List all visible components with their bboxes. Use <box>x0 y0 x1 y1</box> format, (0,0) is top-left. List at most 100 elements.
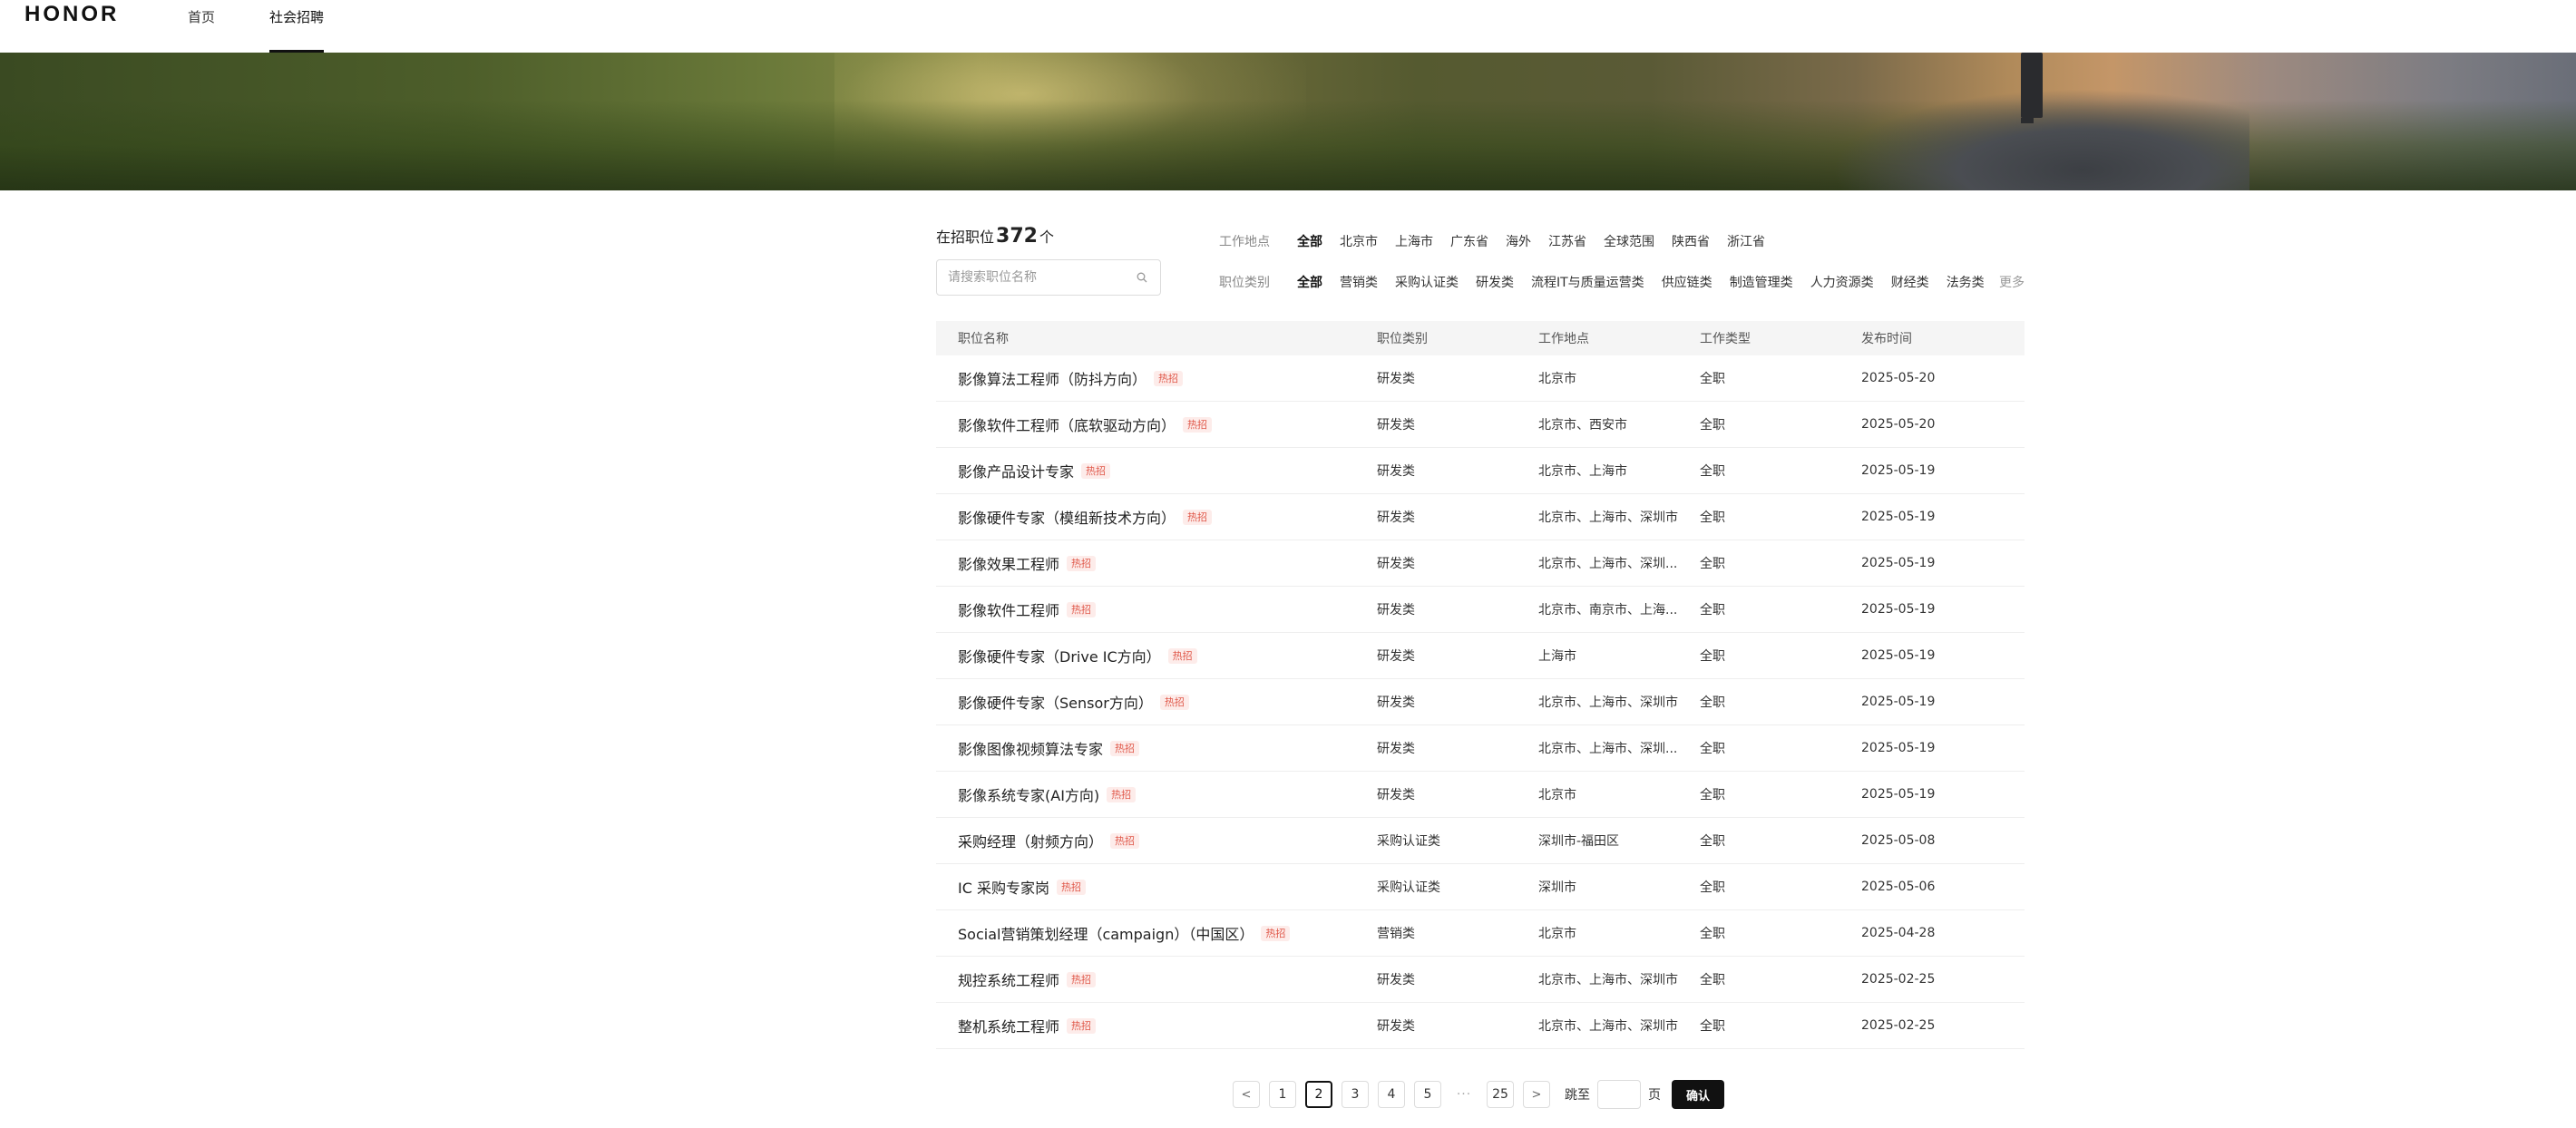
table-row[interactable]: 规控系统工程师 热招 研发类 北京市、上海市、深圳市 全职 2025-02-25 <box>936 957 2025 1003</box>
hot-badge: 热招 <box>1067 1017 1097 1034</box>
job-title-link[interactable]: IC 采购专家岗 <box>958 876 1049 898</box>
location-option-jiangsu[interactable]: 江苏省 <box>1548 232 1586 250</box>
category-filter: 职位类别 全部 营销类 采购认证类 研发类 流程IT与质量运营类 供应链类 制造… <box>1219 273 2025 291</box>
job-category-cell: 研发类 <box>1377 511 1415 525</box>
job-category-cell: 研发类 <box>1377 372 1415 386</box>
category-option-marketing[interactable]: 营销类 <box>1340 273 1378 291</box>
table-row[interactable]: 采购经理（射频方向） 热招 采购认证类 深圳市-福田区 全职 2025-05-08 <box>936 818 2025 864</box>
job-category-cell: 研发类 <box>1377 464 1415 479</box>
hot-badge: 热招 <box>1056 879 1086 895</box>
table-row[interactable]: 影像图像视频算法专家 热招 研发类 北京市、上海市、深圳... 全职 2025-05-19 <box>936 725 2025 772</box>
nav-item-home[interactable]: 首页 <box>188 0 215 53</box>
job-type-cell: 全职 <box>1700 418 1725 433</box>
job-title-link[interactable]: Social营销策划经理（campaign）（中国区） <box>958 922 1254 944</box>
location-option-global[interactable]: 全球范围 <box>1604 232 1654 250</box>
job-title-link[interactable]: 影像系统专家(AI方向) <box>958 783 1099 805</box>
job-title-link[interactable]: 采购经理（射频方向） <box>958 830 1103 851</box>
category-filter-label: 职位类别 <box>1219 276 1270 290</box>
job-type-cell: 全职 <box>1700 464 1725 479</box>
location-option-zhejiang[interactable]: 浙江省 <box>1727 232 1765 250</box>
job-title-link[interactable]: 影像硬件专家（Sensor方向） <box>958 691 1153 713</box>
job-title-link[interactable]: 整机系统工程师 <box>958 1015 1059 1036</box>
job-location-cell: 北京市、南京市、上海... <box>1538 603 1678 617</box>
job-search-box[interactable] <box>936 259 1161 296</box>
location-option-shanghai[interactable]: 上海市 <box>1395 232 1433 250</box>
nav-item-social-recruitment[interactable]: 社会招聘 <box>269 0 325 53</box>
location-option-guangdong[interactable]: 广东省 <box>1450 232 1488 250</box>
table-row[interactable]: 影像硬件专家（Sensor方向） 热招 研发类 北京市、上海市、深圳市 全职 2025-0… <box>936 679 2025 725</box>
job-category-cell: 采购认证类 <box>1377 834 1440 849</box>
job-location-cell: 深圳市 <box>1538 880 1576 895</box>
job-title-link[interactable]: 影像硬件专家（模组新技术方向） <box>958 506 1176 528</box>
job-title-link[interactable]: 影像软件工程师（底软驱动方向） <box>958 413 1176 435</box>
jump-page-input[interactable] <box>1597 1080 1641 1109</box>
job-title-link[interactable]: 影像效果工程师 <box>958 552 1059 574</box>
column-header-location: 工作地点 <box>1538 332 1589 346</box>
category-option-hr[interactable]: 人力资源类 <box>1810 273 1874 291</box>
search-icon[interactable] <box>1137 272 1147 283</box>
page-button-last[interactable]: 25 <box>1487 1081 1514 1108</box>
job-location-cell: 北京市、上海市、深圳市 <box>1538 511 1678 525</box>
job-title-link[interactable]: 影像图像视频算法专家 <box>958 737 1103 759</box>
location-option-overseas[interactable]: 海外 <box>1506 232 1531 250</box>
table-row[interactable]: 影像效果工程师 热招 研发类 北京市、上海市、深圳... 全职 2025-05-19 <box>936 540 2025 587</box>
page-ellipsis[interactable]: ··· <box>1450 1081 1478 1108</box>
job-title-cell: 影像软件工程师（底软驱动方向） 热招 <box>936 413 1377 435</box>
hot-badge: 热招 <box>1110 740 1140 756</box>
page-button-1[interactable]: 1 <box>1269 1081 1296 1108</box>
page-button-3[interactable]: 3 <box>1342 1081 1369 1108</box>
job-type-cell: 全职 <box>1700 511 1725 525</box>
table-row[interactable]: IC 采购专家岗 热招 采购认证类 深圳市 全职 2025-05-06 <box>936 864 2025 910</box>
job-title-cell: 影像系统专家(AI方向) 热招 <box>936 783 1377 805</box>
job-category-cell: 研发类 <box>1377 742 1415 756</box>
page-button-4[interactable]: 4 <box>1378 1081 1405 1108</box>
job-title-link[interactable]: 影像软件工程师 <box>958 598 1059 620</box>
job-location-cell: 北京市、上海市、深圳... <box>1538 557 1678 571</box>
job-location-cell: 北京市、上海市、深圳市 <box>1538 695 1678 710</box>
table-row[interactable]: 影像产品设计专家 热招 研发类 北京市、上海市 全职 2025-05-19 <box>936 448 2025 494</box>
job-title-link[interactable]: 规控系统工程师 <box>958 968 1059 990</box>
job-title-link[interactable]: 影像产品设计专家 <box>958 460 1074 481</box>
category-option-manufacturing[interactable]: 制造管理类 <box>1730 273 1793 291</box>
chevron-left-icon[interactable]: < <box>1233 1081 1260 1108</box>
category-more-button[interactable]: 更多 <box>1999 273 2025 291</box>
job-location-cell: 北京市、西安市 <box>1538 418 1627 433</box>
category-option-supply-chain[interactable]: 供应链类 <box>1662 273 1712 291</box>
job-title-link[interactable]: 影像算法工程师（防抖方向） <box>958 367 1147 389</box>
job-table-body: 影像算法工程师（防抖方向） 热招 研发类 北京市 全职 2025-05-20 影像软件工程师… <box>936 355 2025 1049</box>
location-option-shaanxi[interactable]: 陕西省 <box>1672 232 1710 250</box>
table-row[interactable]: Social营销策划经理（campaign）（中国区） 热招 营销类 北京市 全职 202… <box>936 910 2025 957</box>
table-row[interactable]: 影像系统专家(AI方向) 热招 研发类 北京市 全职 2025-05-19 <box>936 772 2025 818</box>
table-row[interactable]: 影像硬件专家（Drive IC方向） 热招 研发类 上海市 全职 2025-05-19 <box>936 633 2025 679</box>
location-option-beijing[interactable]: 北京市 <box>1340 232 1378 250</box>
page-button-5[interactable]: 5 <box>1414 1081 1441 1108</box>
hot-badge: 热招 <box>1183 509 1213 525</box>
category-option-legal[interactable]: 法务类 <box>1947 273 1985 291</box>
table-row[interactable]: 影像硬件专家（模组新技术方向） 热招 研发类 北京市、上海市、深圳市 全职 2025-05… <box>936 494 2025 540</box>
confirm-jump-button[interactable]: 确认 <box>1672 1080 1725 1109</box>
job-location-cell: 深圳市-福田区 <box>1538 834 1620 849</box>
table-row[interactable]: 影像软件工程师 热招 研发类 北京市、南京市、上海... 全职 2025-05-19 <box>936 587 2025 633</box>
job-date-cell: 2025-05-19 <box>1861 648 1936 663</box>
column-header-date: 发布时间 <box>1861 332 1912 346</box>
table-row[interactable]: 整机系统工程师 热招 研发类 北京市、上海市、深圳市 全职 2025-02-25 <box>936 1003 2025 1049</box>
category-option-all[interactable]: 全部 <box>1297 273 1322 291</box>
category-option-finance[interactable]: 财经类 <box>1891 273 1929 291</box>
category-option-rnd[interactable]: 研发类 <box>1476 273 1514 291</box>
category-option-process-it-quality[interactable]: 流程IT与质量运营类 <box>1531 273 1644 291</box>
job-date-cell: 2025-05-20 <box>1861 371 1936 385</box>
job-title-link[interactable]: 影像硬件专家（Drive IC方向） <box>958 645 1161 666</box>
table-row[interactable]: 影像算法工程师（防抖方向） 热招 研发类 北京市 全职 2025-05-20 <box>936 355 2025 402</box>
chevron-right-icon[interactable]: > <box>1523 1081 1550 1108</box>
table-row[interactable]: 影像软件工程师（底软驱动方向） 热招 研发类 北京市、西安市 全职 2025-05-20 <box>936 402 2025 448</box>
job-title-cell: IC 采购专家岗 热招 <box>936 876 1377 898</box>
location-option-all[interactable]: 全部 <box>1297 232 1322 250</box>
honor-logo[interactable]: HONOR <box>24 2 119 27</box>
location-filter-label: 工作地点 <box>1219 235 1270 249</box>
category-option-procurement[interactable]: 采购认证类 <box>1395 273 1459 291</box>
job-type-cell: 全职 <box>1700 1019 1725 1034</box>
hot-badge: 热招 <box>1154 370 1184 386</box>
page-button-2[interactable]: 2 <box>1305 1081 1332 1108</box>
column-header-type: 工作类型 <box>1700 332 1751 346</box>
job-search-input[interactable] <box>948 260 1129 295</box>
